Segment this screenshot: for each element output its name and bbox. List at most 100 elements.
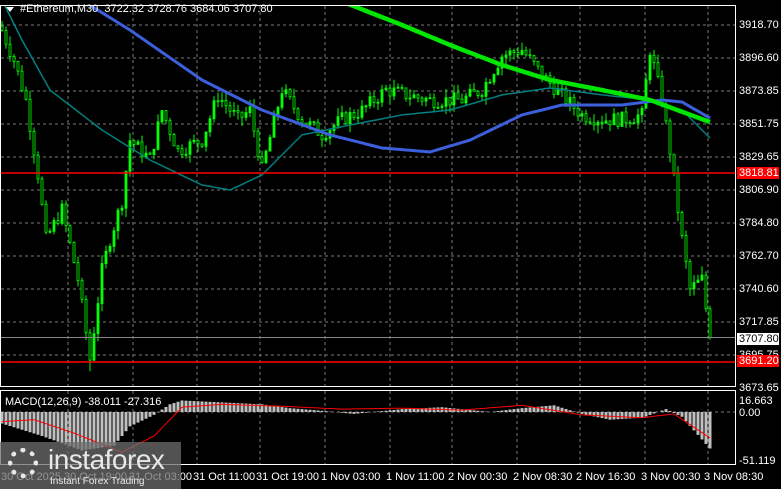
candle-body (684, 235, 688, 262)
macd-histogram-bar (12, 412, 16, 428)
candle-body (232, 109, 236, 112)
macd-histogram-bar (304, 409, 308, 412)
macd-histogram-bar (408, 408, 412, 412)
candle-body (28, 98, 32, 132)
macd-histogram-bar (172, 403, 176, 412)
candle-body (692, 282, 696, 290)
candle-body (384, 87, 388, 90)
macd-scale-zero: 0.00 (739, 407, 761, 419)
macd-histogram-bar (196, 401, 200, 412)
candle-body (648, 54, 652, 81)
price-scale-label: 3740.60 (739, 283, 779, 295)
macd-histogram-bar (620, 412, 624, 419)
candle-body (236, 109, 240, 113)
macd-histogram-bar (584, 412, 588, 415)
candle-body (196, 139, 200, 145)
candle-body (200, 143, 204, 147)
candle-body (528, 54, 532, 57)
price-chart[interactable] (0, 0, 781, 489)
candle-body (368, 96, 372, 107)
candle-body (588, 121, 592, 124)
candle-body (184, 153, 188, 156)
candle-body (116, 209, 120, 232)
price-scale-label: 3851.75 (739, 118, 779, 130)
candle-body (136, 141, 140, 145)
candle-body (372, 96, 376, 103)
instaforex-watermark: instaforex Instant Forex Trading (0, 442, 181, 489)
candle-body (160, 110, 164, 123)
candle-body (248, 106, 252, 114)
candle-body (112, 230, 116, 247)
candle-body (12, 56, 16, 62)
candle-body (636, 114, 640, 124)
candle-body (40, 178, 44, 205)
macd-histogram-bar (152, 412, 156, 415)
macd-histogram-bar (272, 405, 276, 412)
macd-histogram-bar (212, 402, 216, 412)
macd-histogram-bar (508, 409, 512, 412)
candle-body (468, 88, 472, 97)
candle-body (604, 120, 608, 124)
macd-histogram-bar (496, 411, 500, 412)
candle-body (396, 86, 400, 89)
macd-histogram-bar (612, 412, 616, 420)
candle-body (1, 25, 4, 32)
macd-histogram-bar (480, 411, 484, 412)
candle-body (608, 120, 612, 126)
macd-histogram-bar (44, 412, 48, 438)
macd-histogram-bar (364, 412, 368, 413)
candle-body (672, 153, 676, 174)
macd-histogram-bar (548, 405, 552, 412)
macd-histogram-bar (680, 412, 684, 417)
candle-body (72, 241, 76, 264)
candle-body (460, 98, 464, 104)
candle-body (456, 92, 460, 100)
macd-histogram-bar (360, 412, 364, 414)
macd-histogram-bar (604, 412, 608, 419)
macd-histogram-bar (344, 412, 348, 414)
macd-histogram-bar (684, 412, 688, 422)
candle-body (120, 207, 124, 211)
candle-body (612, 113, 616, 126)
moving-average-slow (347, 6, 711, 125)
candle-body (464, 95, 468, 104)
macd-histogram-bar (40, 412, 44, 436)
candle-body (448, 97, 452, 106)
candle-body (244, 112, 248, 118)
macd-histogram-bar (516, 408, 520, 412)
main-panel-frame (0, 5, 736, 387)
candle-body (676, 173, 680, 213)
candle-body (52, 220, 56, 232)
candle-body (324, 137, 328, 141)
current-price-tag: 3707.80 (737, 333, 779, 345)
time-axis-label: 3 Nov 08:30 (704, 471, 764, 483)
candle-body (452, 92, 456, 106)
macd-histogram-bar (316, 410, 320, 412)
ohlc-values: 3722.32 3728.76 3684.06 3707.80 (104, 3, 273, 15)
macd-histogram-bar (600, 412, 604, 419)
candle-body (60, 203, 64, 224)
macd-histogram-bar (388, 410, 392, 412)
candle-body (164, 110, 168, 122)
macd-histogram-bar (616, 412, 620, 420)
macd-histogram-bar (576, 412, 580, 413)
macd-histogram-bar (320, 410, 324, 412)
price-scale-label: 3918.70 (739, 19, 779, 31)
collapse-triangle-icon[interactable] (6, 6, 14, 12)
macd-histogram-bar (668, 411, 672, 412)
macd-histogram-bar (340, 412, 344, 413)
macd-histogram-bar (528, 407, 532, 412)
candle-body (700, 274, 704, 281)
candle-body (620, 111, 624, 127)
time-axis-label: 31 Oct 11:00 (193, 471, 256, 483)
macd-histogram-bar (384, 410, 388, 412)
time-axis-label: 2 Nov 16:30 (576, 471, 636, 483)
macd-histogram-bar (648, 412, 652, 415)
macd-histogram-bar (288, 408, 292, 412)
candle-body (580, 113, 584, 117)
gear-logo-icon (8, 448, 38, 478)
macd-histogram-bar (708, 412, 712, 449)
candle-body (508, 50, 512, 56)
macd-histogram-bar (568, 410, 572, 412)
candle-body (220, 100, 224, 102)
